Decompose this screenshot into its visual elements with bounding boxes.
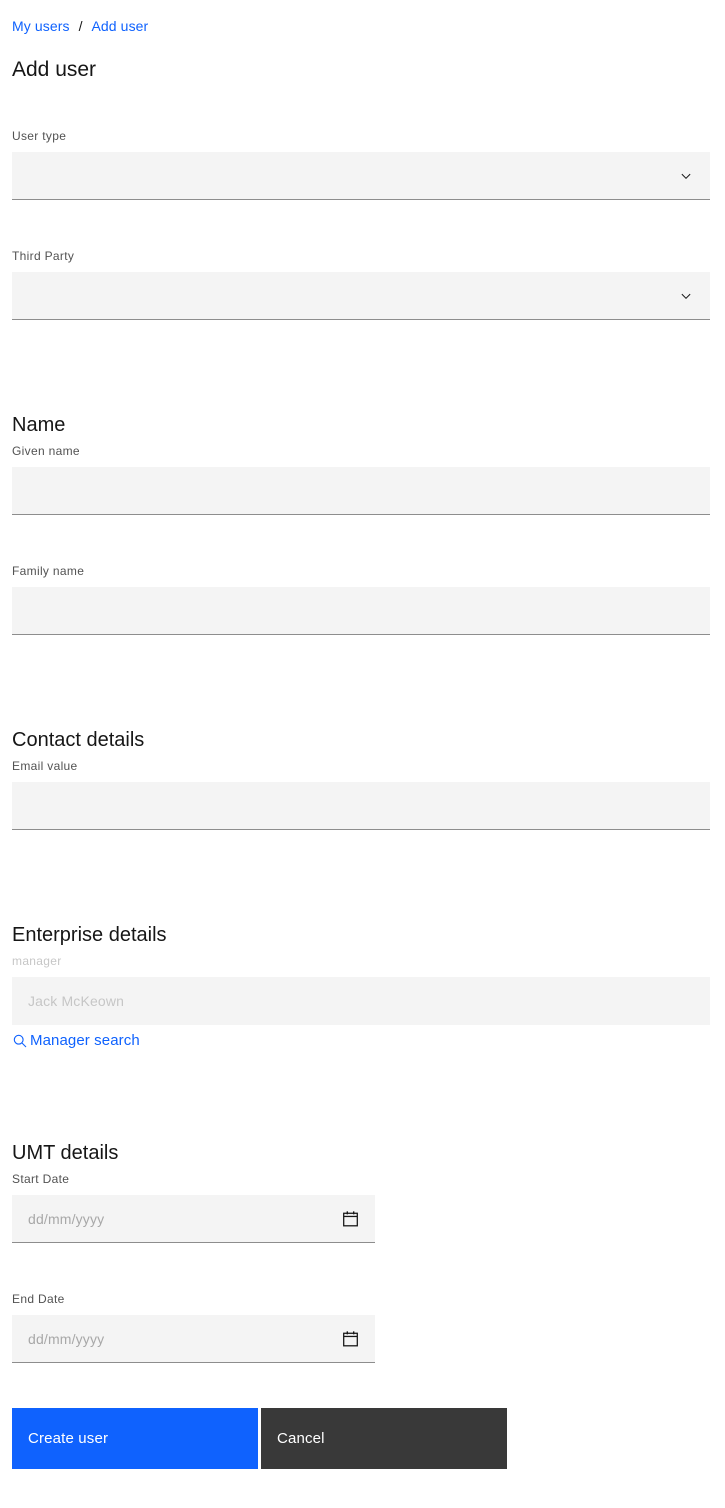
field-email: Email value (12, 758, 710, 830)
email-control[interactable] (12, 782, 710, 830)
cancel-button[interactable]: Cancel (261, 1408, 507, 1469)
manager-control (12, 977, 710, 1025)
family-name-control[interactable] (12, 587, 710, 635)
given-name-control[interactable] (12, 467, 710, 515)
manager-search-label: Manager search (30, 1032, 140, 1049)
section-heading-contact-details: Contact details (12, 729, 145, 751)
end-date-label: End Date (12, 1292, 65, 1306)
field-manager: manager Manager search (12, 953, 710, 1054)
start-date-input[interactable] (12, 1195, 375, 1242)
chevron-down-icon[interactable] (678, 288, 694, 304)
user-type-label: User type (12, 129, 67, 143)
end-date-control[interactable] (12, 1315, 375, 1363)
breadcrumb-link-add-user[interactable]: Add user (91, 17, 148, 35)
section-heading-enterprise-details: Enterprise details (12, 924, 167, 946)
form-actions: Create user Cancel (12, 1408, 507, 1469)
third-party-label: Third Party (12, 249, 75, 263)
family-name-label: Family name (12, 564, 85, 578)
field-family-name: Family name (12, 563, 710, 635)
start-date-control[interactable] (12, 1195, 375, 1243)
email-input[interactable] (12, 782, 710, 829)
manager-input (12, 977, 710, 1024)
given-name-label: Given name (12, 444, 80, 458)
given-name-input[interactable] (12, 467, 710, 514)
section-heading-name: Name (12, 414, 66, 436)
page-title: Add user (12, 58, 97, 81)
section-heading-umt-details: UMT details (12, 1142, 119, 1164)
field-user-type: User type (12, 128, 710, 200)
search-icon (12, 1033, 28, 1049)
third-party-select[interactable] (12, 272, 710, 320)
calendar-icon[interactable] (342, 1210, 359, 1227)
field-given-name: Given name (12, 443, 710, 515)
field-start-date: Start Date (12, 1171, 375, 1243)
end-date-input[interactable] (12, 1315, 375, 1362)
start-date-label: Start Date (12, 1172, 70, 1186)
breadcrumb: My users / Add user (12, 17, 713, 35)
user-type-select[interactable] (12, 152, 710, 200)
add-user-page: My users / Add user Add user User type T… (0, 17, 725, 1508)
create-user-button[interactable]: Create user (12, 1408, 258, 1469)
breadcrumb-separator: / (78, 18, 83, 34)
field-third-party: Third Party (12, 248, 710, 320)
manager-label: manager (12, 954, 62, 968)
field-end-date: End Date (12, 1291, 375, 1363)
calendar-icon[interactable] (342, 1330, 359, 1347)
manager-search-link[interactable]: Manager search (12, 1031, 140, 1051)
email-label: Email value (12, 759, 78, 773)
breadcrumb-link-my-users[interactable]: My users (12, 17, 70, 35)
chevron-down-icon[interactable] (678, 168, 694, 184)
family-name-input[interactable] (12, 587, 710, 634)
